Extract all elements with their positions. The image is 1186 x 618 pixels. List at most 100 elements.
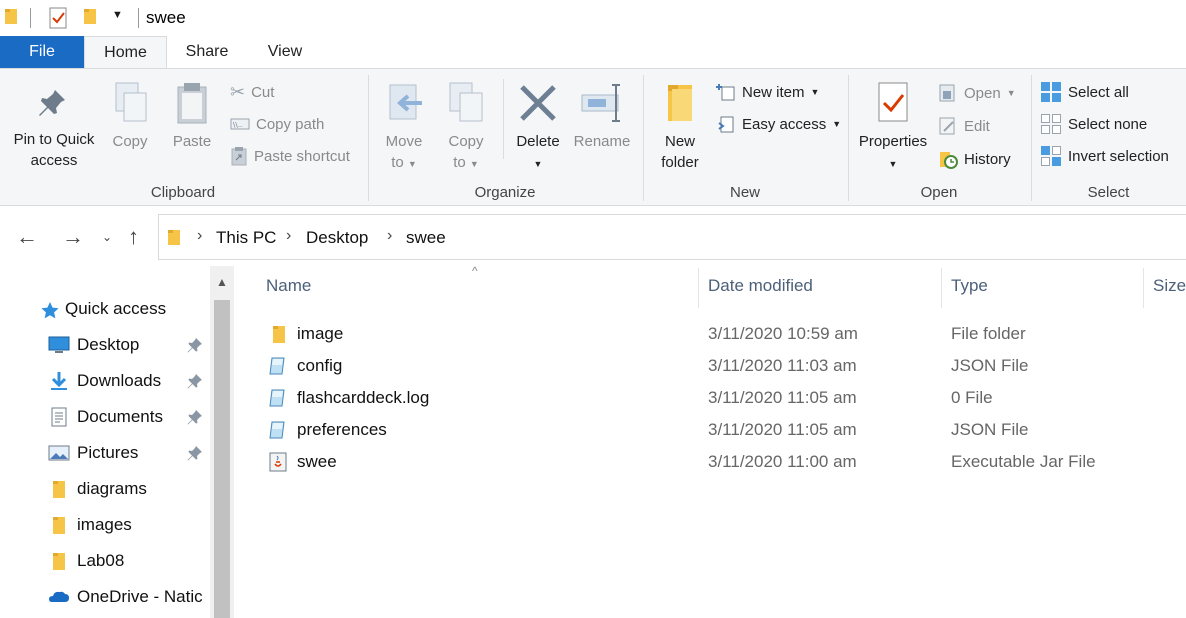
documents-icon [48, 407, 70, 427]
nav-item-onedrive-natic[interactable]: OneDrive - Natic [0, 580, 210, 614]
new-item-button[interactable]: New item ▼ [716, 79, 819, 105]
nav-item-lab08[interactable]: Lab08 [0, 544, 210, 578]
open-button[interactable]: Open ▼ [938, 80, 1016, 106]
easy-access-button[interactable]: Easy access ▼ [716, 111, 841, 137]
up-arrow-icon[interactable]: ↑ [128, 224, 139, 250]
file-row[interactable]: preferences 3/11/2020 11:05 am JSON File [234, 414, 1186, 446]
pin-icon[interactable] [187, 373, 203, 389]
address-box[interactable]: › This PC › Desktop › swee [158, 214, 1186, 260]
scroll-thumb[interactable] [214, 300, 230, 618]
file-date-modified: 3/11/2020 11:05 am [708, 420, 857, 439]
select-none-button[interactable]: Select none [1040, 111, 1147, 137]
file-icon [268, 388, 288, 408]
nav-item-images[interactable]: images [0, 508, 210, 542]
ribbon: Pin to Quick access Copy Paste ✂ Cut \\.… [0, 68, 1186, 206]
svg-text:\\..: \\.. [233, 121, 242, 129]
breadcrumb-swee[interactable]: swee [406, 228, 446, 248]
copy-label: Copy [112, 133, 148, 150]
file-name[interactable]: swee [297, 452, 337, 472]
chevron-right-icon[interactable]: › [387, 227, 392, 245]
scroll-up-icon[interactable]: ▲ [210, 266, 234, 298]
jar-icon [268, 452, 288, 472]
move-to-button[interactable]: Move to ▼ [380, 81, 428, 175]
chevron-down-icon[interactable]: ▼ [112, 9, 123, 21]
nav-item-pictures[interactable]: Pictures [0, 436, 210, 470]
organize-group-label: Organize [474, 184, 536, 201]
group-separator [368, 75, 369, 201]
new-folder-icon[interactable] [83, 7, 97, 25]
history-button[interactable]: History [938, 146, 1011, 172]
scissors-icon: ✂ [230, 81, 246, 102]
forward-arrow-icon[interactable]: → [62, 224, 84, 250]
pin-icon[interactable] [187, 337, 203, 353]
clipboard-group-label: Clipboard [150, 184, 216, 201]
file-row[interactable]: config 3/11/2020 11:03 am JSON File [234, 350, 1186, 382]
nav-item-diagrams[interactable]: diagrams [0, 472, 210, 506]
copy-path-button[interactable]: \\.. Copy path [230, 111, 324, 137]
copy-to-button[interactable]: Copy to ▼ [442, 81, 490, 175]
easy-access-icon [718, 116, 734, 133]
delete-button[interactable]: Delete ▼ [512, 81, 564, 175]
column-divider[interactable] [941, 268, 942, 308]
column-header-size[interactable]: Size [1153, 276, 1186, 296]
nav-item-documents[interactable]: Documents [0, 400, 210, 434]
rename-button[interactable]: Rename [570, 81, 634, 152]
chevron-right-icon[interactable]: › [197, 227, 202, 245]
file-row[interactable]: image 3/11/2020 10:59 am File folder [234, 318, 1186, 350]
properties-button[interactable]: Properties ▼ [852, 81, 934, 175]
cut-label: Cut [251, 83, 275, 101]
tab-share[interactable]: Share [170, 36, 244, 68]
breadcrumb-this-pc[interactable]: This PC [216, 228, 276, 248]
back-arrow-icon[interactable]: ← [16, 224, 38, 250]
select-all-button[interactable]: Select all [1040, 79, 1129, 105]
tab-file[interactable]: File [0, 36, 84, 68]
edit-button[interactable]: Edit [938, 113, 990, 139]
column-header-type[interactable]: Type [951, 276, 988, 296]
file-row[interactable]: flashcarddeck.log 3/11/2020 11:05 am 0 Fil… [234, 382, 1186, 414]
tab-view[interactable]: View [250, 36, 320, 68]
cut-button[interactable]: ✂ Cut [230, 79, 274, 105]
copy-button[interactable]: Copy [106, 81, 154, 152]
column-header-name[interactable]: Name [266, 276, 311, 296]
new-folder-icon [668, 85, 692, 121]
invert-selection-button[interactable]: Invert selection [1040, 143, 1169, 169]
history-icon [940, 152, 958, 169]
new-folder-button[interactable]: New folder [652, 81, 708, 173]
nav-scrollbar[interactable]: ▲ [210, 266, 234, 618]
nav-item-downloads[interactable]: Downloads [0, 364, 210, 398]
star-icon [41, 302, 59, 319]
onedrive-icon [48, 587, 70, 607]
pin-icon[interactable] [187, 409, 203, 425]
file-date-modified: 3/11/2020 11:05 am [708, 388, 857, 407]
tab-home[interactable]: Home [84, 36, 167, 69]
pin-to-quick-access-button[interactable]: Pin to Quick access [8, 87, 100, 171]
folder-icon[interactable] [4, 7, 18, 25]
title-bar: ▼ swee [0, 0, 1186, 36]
file-icon [268, 356, 288, 376]
breadcrumb-desktop[interactable]: Desktop [306, 228, 368, 248]
nav-item-desktop[interactable]: Desktop [0, 328, 210, 362]
nav-item-label: diagrams [77, 479, 147, 498]
file-name[interactable]: flashcarddeck.log [297, 388, 429, 408]
recent-locations-chevron-icon[interactable]: ⌄ [102, 230, 112, 244]
properties-icon[interactable] [48, 7, 68, 29]
toolbar-separator [30, 8, 31, 28]
paste-shortcut-button[interactable]: Paste shortcut [230, 143, 350, 169]
file-name[interactable]: image [297, 324, 343, 344]
pin-icon[interactable] [187, 445, 203, 461]
new-group-label: New [729, 184, 760, 201]
file-name[interactable]: preferences [297, 420, 387, 440]
delete-icon [520, 85, 556, 121]
file-row[interactable]: swee 3/11/2020 11:00 am Executable Jar Fil… [234, 446, 1186, 478]
nav-quick-access[interactable]: Quick access [0, 292, 210, 326]
column-divider[interactable] [698, 268, 699, 308]
file-name[interactable]: config [297, 356, 342, 376]
paste-button[interactable]: Paste [166, 81, 218, 152]
column-divider[interactable] [1143, 268, 1144, 308]
chevron-right-icon[interactable]: › [286, 227, 291, 245]
move-to-label-2: to [391, 154, 404, 171]
chevron-down-icon: ▼ [469, 159, 479, 169]
properties-icon [878, 82, 908, 122]
column-header-date[interactable]: Date modified [708, 276, 813, 296]
invert-selection-icon [1041, 146, 1061, 166]
